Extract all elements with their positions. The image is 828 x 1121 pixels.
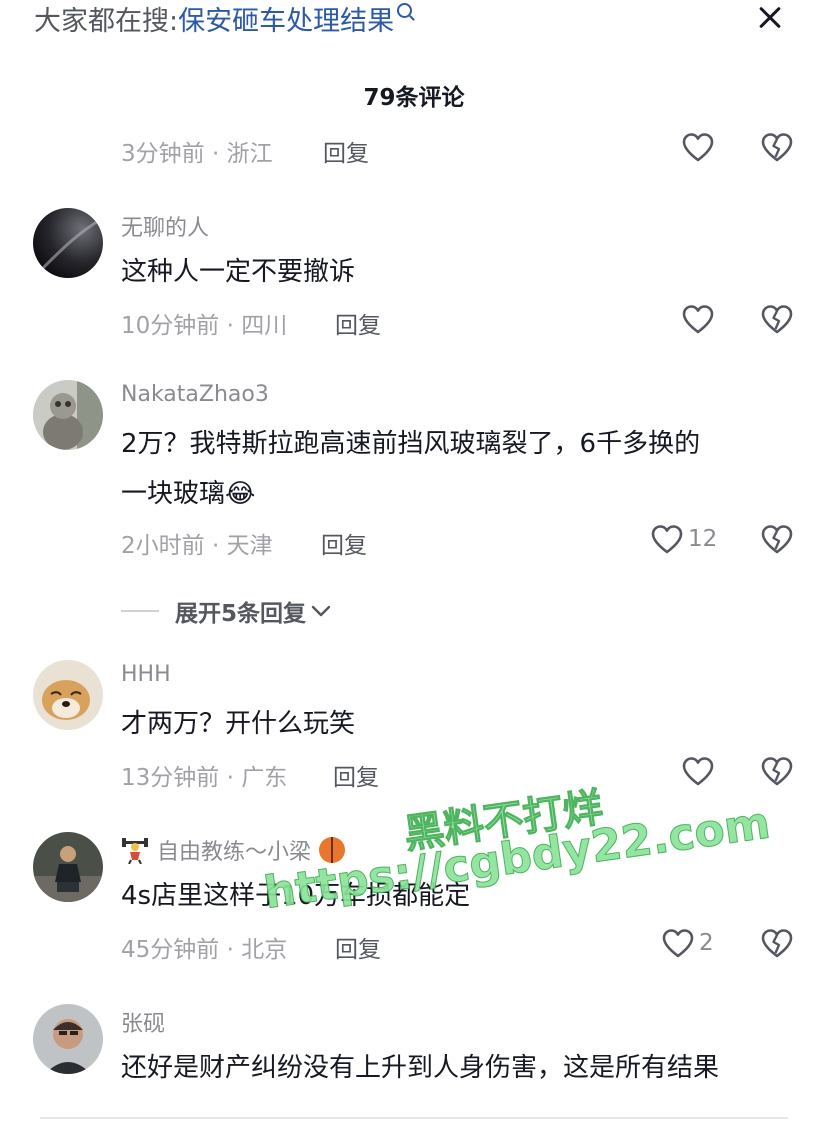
- chevron-down-icon: [311, 605, 331, 617]
- avatar[interactable]: [33, 380, 103, 450]
- comment-text-line-2: 一块玻璃😂: [121, 468, 255, 520]
- like-button[interactable]: [681, 755, 715, 787]
- comment-username[interactable]: 张砚: [121, 1006, 165, 1038]
- like-count: 12: [688, 526, 718, 552]
- like-count: 2: [699, 930, 714, 956]
- avatar[interactable]: [33, 1004, 103, 1074]
- weightlifter-icon: [122, 838, 148, 864]
- close-icon[interactable]: [750, 0, 790, 36]
- comment-time-location: 10分钟前 · 四川: [121, 313, 288, 339]
- heart-icon: [651, 525, 683, 554]
- dislike-button[interactable]: [760, 927, 794, 959]
- bottom-input-border: [40, 1117, 788, 1119]
- dislike-button[interactable]: [760, 303, 794, 335]
- reply-button[interactable]: 回复: [333, 758, 379, 792]
- avatar-image: [33, 1004, 103, 1074]
- reply-button[interactable]: 回复: [335, 930, 381, 964]
- expand-replies-label: 展开5条回复: [175, 601, 307, 627]
- heart-icon: [662, 929, 694, 958]
- dislike-button[interactable]: [760, 131, 794, 163]
- expand-replies-button[interactable]: 展开5条回复: [121, 594, 332, 628]
- comment-time-location: 45分钟前 · 北京: [121, 937, 288, 963]
- broken-heart-icon: [761, 757, 793, 786]
- comment-text-line-1: 2万？我特斯拉跑高速前挡风玻璃裂了，6千多换的: [121, 429, 701, 459]
- dislike-button[interactable]: [760, 523, 794, 555]
- comment-text-line-2-body: 一块玻璃: [121, 479, 226, 509]
- heart-icon: [682, 133, 714, 162]
- avatar[interactable]: [33, 660, 103, 730]
- reply-button[interactable]: 回复: [323, 134, 369, 168]
- trending-search-prefix: 大家都在搜:: [34, 6, 179, 37]
- comment-text: 这种人一定不要撤诉: [121, 257, 356, 287]
- heart-icon: [682, 757, 714, 786]
- search-icon: [397, 3, 413, 18]
- laughing-emoji: 😂: [225, 479, 256, 509]
- broken-heart-icon: [761, 929, 793, 958]
- dislike-button[interactable]: [760, 755, 794, 787]
- avatar-image: [33, 208, 103, 278]
- trending-search-link[interactable]: 保安砸车处理结果: [178, 6, 394, 37]
- broken-heart-icon: [761, 133, 793, 162]
- broken-heart-icon: [761, 525, 793, 554]
- avatar-image: [33, 832, 103, 902]
- avatar[interactable]: [33, 208, 103, 278]
- trending-search-bar[interactable]: 大家都在搜:保安砸车处理结果: [34, 2, 413, 42]
- broken-heart-icon: [761, 305, 793, 334]
- comment-count-title: 79条评论: [363, 85, 465, 111]
- reply-button[interactable]: 回复: [321, 526, 367, 560]
- reply-button[interactable]: 回复: [335, 306, 381, 340]
- comment-text: 还好是财产纠纷没有上升到人身伤害，这是所有结果: [121, 1053, 720, 1083]
- comment-username[interactable]: HHH: [121, 662, 171, 687]
- comment-username[interactable]: 自由教练～小梁: [157, 834, 311, 866]
- comment-time-location: 3分钟前 · 浙江: [121, 141, 273, 167]
- expand-divider: [121, 610, 159, 612]
- heart-icon: [682, 305, 714, 334]
- comment-time-location: 2小时前 · 天津: [121, 533, 273, 559]
- comment-username[interactable]: 无聊的人: [121, 210, 209, 242]
- like-button[interactable]: 12: [650, 523, 717, 555]
- comment-text: 才两万？开什么玩笑: [121, 709, 356, 739]
- avatar[interactable]: [33, 832, 103, 902]
- like-button[interactable]: [681, 303, 715, 335]
- like-button[interactable]: [681, 131, 715, 163]
- avatar-image: [33, 660, 103, 730]
- comment-username[interactable]: NakataZhao3: [121, 382, 269, 407]
- comment-time-location: 13分钟前 · 广东: [121, 765, 288, 791]
- like-button[interactable]: 2: [661, 927, 714, 959]
- avatar-image: [33, 380, 103, 450]
